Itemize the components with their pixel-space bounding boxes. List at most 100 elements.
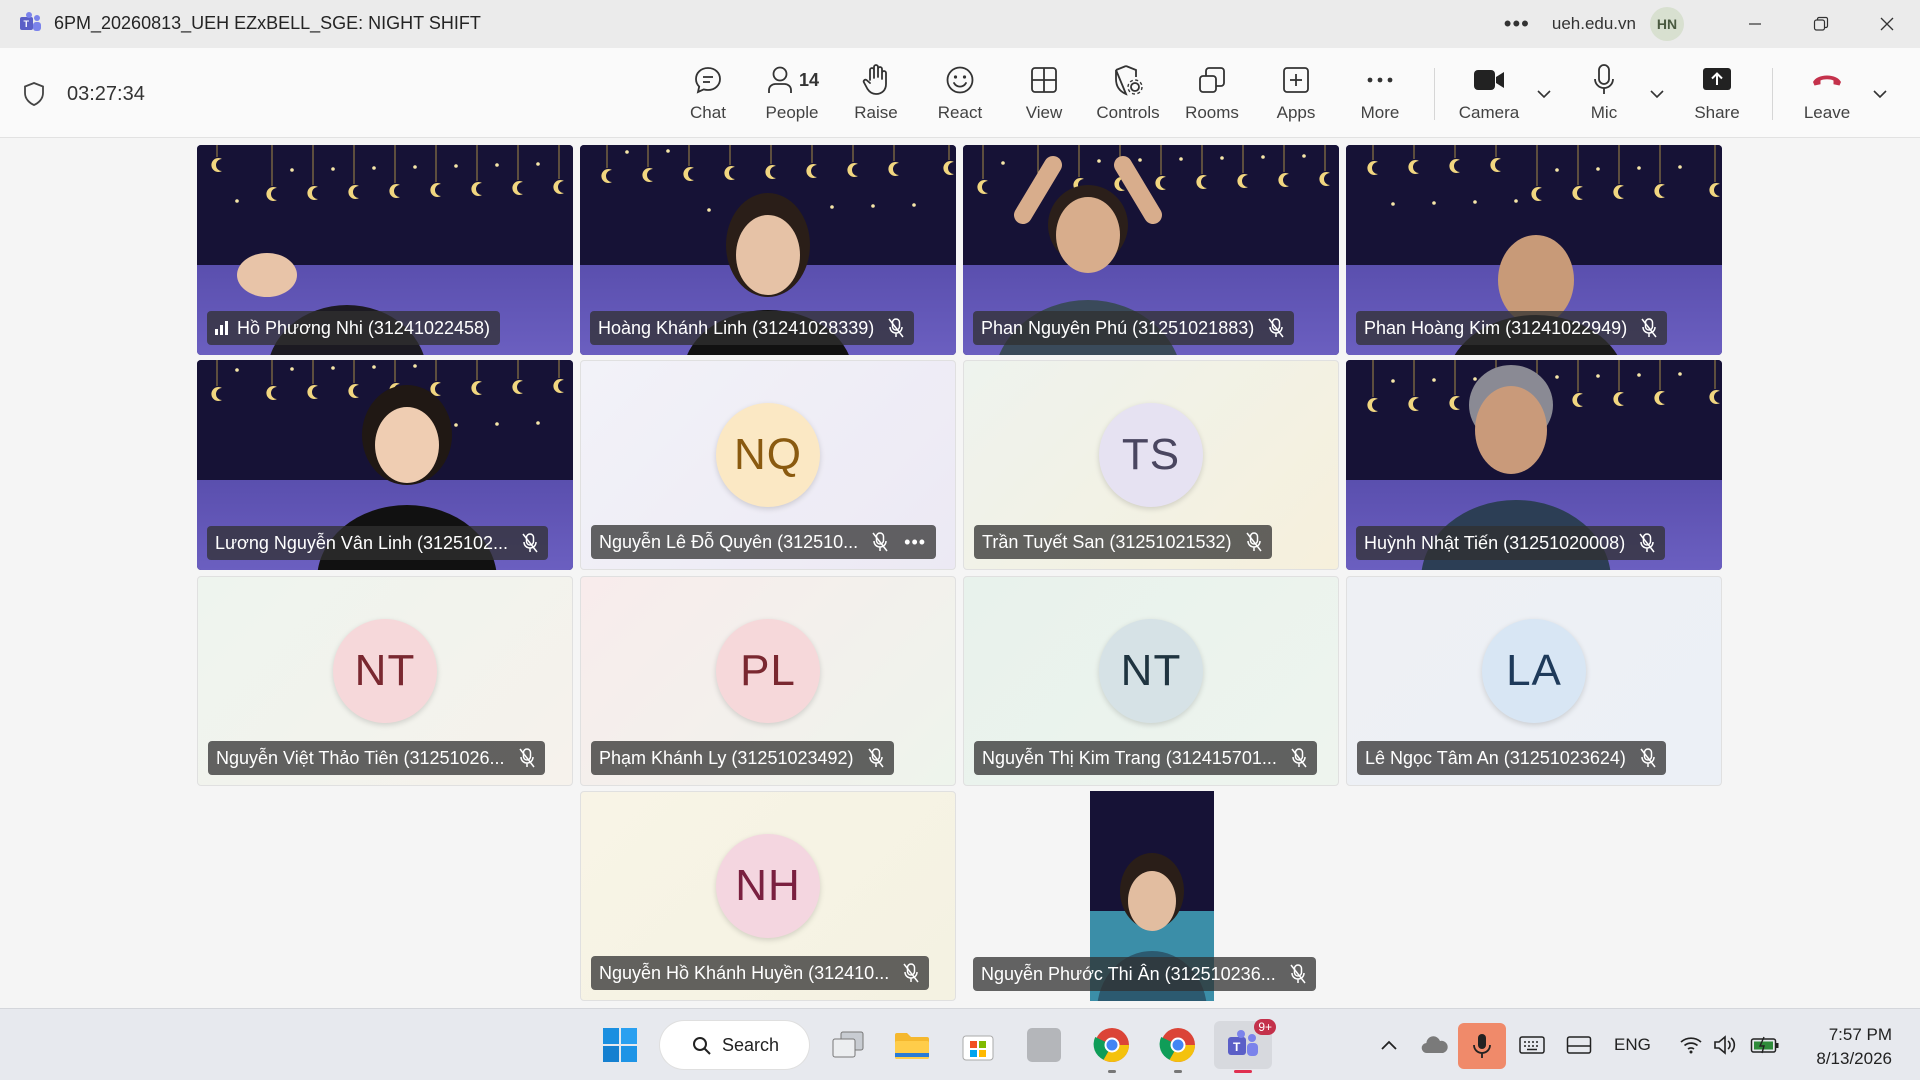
mic-off-icon <box>888 318 904 338</box>
file-explorer-button[interactable] <box>890 1023 934 1067</box>
clock-time: 7:57 PM <box>1828 1025 1892 1044</box>
minimize-button[interactable] <box>1722 0 1788 48</box>
mic-off-icon <box>1291 748 1307 768</box>
participant-nameplate: Hoàng Khánh Linh (31241028339) <box>590 311 915 345</box>
chat-button[interactable]: Chat <box>666 60 750 130</box>
wifi-button[interactable] <box>1676 1023 1706 1067</box>
participant-nameplate: Phạm Khánh Ly (31251023492) <box>591 741 894 775</box>
clock-date: 8/13/2026 <box>1816 1049 1892 1068</box>
chat-label: Chat <box>690 103 726 122</box>
apps-button[interactable]: Apps <box>1254 60 1338 130</box>
chrome-icon <box>1159 1028 1195 1062</box>
participant-avatar-tile[interactable]: NH Nguyễn Hồ Khánh Huyền (312410... <box>580 791 956 1001</box>
onedrive-button[interactable] <box>1418 1023 1452 1067</box>
restore-icon <box>1813 16 1829 31</box>
raise-label: Raise <box>854 103 898 122</box>
participant-avatar-tile[interactable]: NT Nguyễn Thị Kim Trang (312415701... <box>963 576 1339 786</box>
participant-name: Nguyễn Lê Đỗ Quyên (312510... <box>599 531 859 552</box>
camera-icon <box>1474 70 1504 90</box>
raise-hand-button[interactable]: Raise <box>834 60 918 130</box>
close-button[interactable] <box>1854 0 1920 48</box>
participant-nameplate: Nguyễn Thị Kim Trang (312415701... <box>974 741 1317 775</box>
rooms-button[interactable]: Rooms <box>1170 60 1254 130</box>
view-button[interactable]: View <box>1002 60 1086 130</box>
chrome-profile-button[interactable] <box>1154 1023 1202 1073</box>
hand-icon <box>862 64 887 95</box>
participant-nameplate: Nguyễn Hồ Khánh Huyền (312410... <box>591 956 930 990</box>
user-avatar[interactable]: HN <box>1650 7 1684 41</box>
participant-nameplate: Huỳnh Nhật Tiến (31251020008) <box>1356 526 1666 560</box>
participant-video-tile[interactable]: Hoàng Khánh Linh (31241028339) <box>580 145 956 355</box>
participant-name: Trần Tuyết San (31251021532) <box>982 531 1232 552</box>
react-button[interactable]: React <box>918 60 1002 130</box>
participant-name: Hoàng Khánh Linh (31241028339) <box>598 317 875 338</box>
participant-video-tile[interactable]: Phan Nguyên Phú (31251021883) <box>963 145 1339 355</box>
taskbar-search-button[interactable]: Search <box>660 1021 809 1069</box>
taskbar-clock[interactable]: 7:57 PM 8/13/2026 <box>1816 1023 1892 1071</box>
restore-button[interactable] <box>1788 0 1854 48</box>
org-domain: ueh.edu.vn <box>1551 14 1636 33</box>
mic-off-icon <box>518 748 535 768</box>
participant-video-tile[interactable]: Hồ Phương Nhi (31241022458) <box>197 145 573 355</box>
participant-name: Nguyễn Hồ Khánh Huyền (312410... <box>599 962 890 983</box>
microphone-in-use-button[interactable] <box>1458 1023 1506 1069</box>
participant-video-tile[interactable]: Huỳnh Nhật Tiến (31251020008) <box>1346 360 1722 570</box>
camera-options-chevron-icon[interactable] <box>1534 84 1554 104</box>
plus-square-icon <box>1283 67 1309 93</box>
participant-initials-avatar: NH <box>716 834 820 938</box>
start-button[interactable] <box>598 1023 642 1067</box>
display-button[interactable] <box>1562 1023 1596 1067</box>
participant-initials-avatar: PL <box>716 619 820 723</box>
participant-initials-avatar: NQ <box>716 403 820 507</box>
mic-off-icon <box>522 533 538 553</box>
camera-button[interactable]: Camera <box>1447 60 1531 130</box>
leave-options-chevron-icon[interactable] <box>1870 84 1890 104</box>
microsoft-store-button[interactable] <box>956 1023 1000 1067</box>
people-button[interactable]: 14 People <box>750 60 834 130</box>
mic-options-chevron-icon[interactable] <box>1647 84 1667 104</box>
participant-video-tile[interactable]: Lương Nguyễn Vân Linh (3125102... <box>197 360 573 570</box>
windows-logo-icon <box>603 1028 637 1062</box>
windows-taskbar: Search T 9+ ENG 7:57 PM 8/13/2026 <box>0 1008 1920 1080</box>
battery-button[interactable] <box>1748 1023 1782 1067</box>
mic-off-icon <box>1268 318 1284 338</box>
speaker-icon <box>1714 1035 1736 1055</box>
participant-avatar-tile[interactable]: TS Trần Tuyết San (31251021532) <box>963 360 1339 570</box>
chrome-button[interactable] <box>1088 1023 1136 1073</box>
cloud-icon <box>1421 1036 1448 1054</box>
show-hidden-icons-button[interactable] <box>1374 1023 1404 1067</box>
share-button[interactable]: Share <box>1675 60 1759 130</box>
participant-avatar-tile[interactable]: NQ Nguyễn Lê Đỗ Quyên (312510... ••• <box>580 360 956 570</box>
teams-app-icon: T <box>20 12 41 31</box>
teams-taskbar-button[interactable]: T 9+ <box>1214 1019 1276 1073</box>
participant-nameplate: Nguyễn Phước Thi Ân (312510236... <box>973 957 1316 991</box>
hangup-icon <box>1813 75 1841 86</box>
more-label: More <box>1360 103 1400 122</box>
participant-avatar-tile[interactable]: LA Lê Ngọc Tâm An (31251023624) <box>1346 576 1722 786</box>
participant-avatar-tile[interactable]: NT Nguyễn Việt Thảo Tiên (31251026... <box>197 576 573 786</box>
participant-initials-avatar: LA <box>1482 619 1586 723</box>
controls-button[interactable]: Controls <box>1086 60 1170 130</box>
participant-name: Huỳnh Nhật Tiến (31251020008) <box>1364 532 1626 553</box>
controls-label: Controls <box>1096 103 1160 122</box>
participant-video-tile[interactable]: Phan Hoàng Kim (31241022949) <box>1346 145 1722 355</box>
participant-more-options-icon[interactable]: ••• <box>904 532 926 553</box>
mic-off-icon <box>903 963 919 983</box>
input-language[interactable]: ENG <box>1614 1035 1651 1055</box>
app-button[interactable] <box>1022 1023 1066 1067</box>
svg-text:T: T <box>24 19 30 29</box>
leave-button[interactable]: Leave <box>1785 60 1869 130</box>
task-view-button[interactable] <box>826 1023 870 1067</box>
task-view-icon <box>832 1031 864 1058</box>
volume-button[interactable] <box>1710 1023 1740 1067</box>
participant-name: Phan Nguyên Phú (31251021883) <box>981 317 1255 338</box>
keyboard-button[interactable] <box>1515 1023 1549 1067</box>
more-options-icon[interactable]: ••• <box>1504 11 1530 37</box>
more-button[interactable]: More <box>1338 60 1422 130</box>
folder-icon <box>895 1033 929 1059</box>
toolbar-divider <box>1772 68 1773 120</box>
ellipsis-icon <box>1367 77 1393 83</box>
people-count: 14 <box>798 69 820 90</box>
participant-avatar-tile[interactable]: PL Phạm Khánh Ly (31251023492) <box>580 576 956 786</box>
mic-button[interactable]: Mic <box>1562 60 1646 130</box>
